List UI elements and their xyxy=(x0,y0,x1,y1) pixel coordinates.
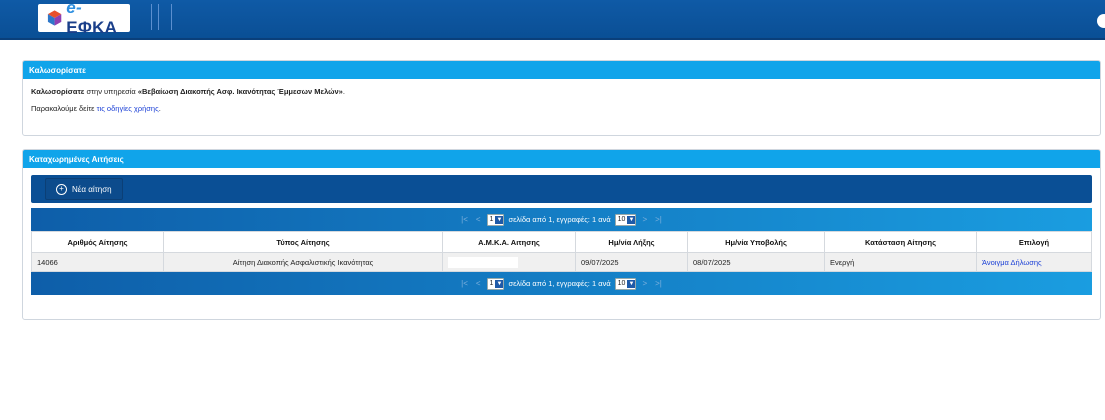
col-application-number[interactable]: Αριθμός Αίτησης xyxy=(31,231,164,253)
welcome-panel: Καλωσορίσατε Καλωσορίσατε στην υπηρεσία … xyxy=(22,60,1101,136)
cell-submitted: 08/07/2025 xyxy=(687,252,825,272)
col-amka[interactable]: Α.Μ.Κ.Α. Αιτησης xyxy=(442,231,576,253)
col-status[interactable]: Κατάσταση Αίτησης xyxy=(824,231,977,253)
col-application-type[interactable]: Τύπος Αίτησης xyxy=(163,231,443,253)
prev-page-button[interactable]: < xyxy=(474,215,483,224)
chevron-down-icon: ▼ xyxy=(627,279,636,288)
next-page-button[interactable]: > xyxy=(640,215,649,224)
last-page-button[interactable]: >| xyxy=(653,279,664,288)
page-select[interactable]: 1 ▼ xyxy=(486,277,505,290)
welcome-line-2: Παρακαλούμε δείτε τις οδηγίες χρήσης. xyxy=(31,104,161,114)
instructions-link[interactable]: τις οδηγίες χρήσης xyxy=(97,104,159,113)
header-divider xyxy=(171,4,172,30)
pager-top: |< < 1 ▼ σελίδα από 1, εγγραφές: 1 ανά 10… xyxy=(31,208,1092,231)
welcome-line-1: Καλωσορίσατε στην υπηρεσία «Βεβαίωση Δια… xyxy=(31,87,345,96)
col-action[interactable]: Επιλογή xyxy=(976,231,1092,253)
pager-text: σελίδα από 1, εγγραφές: 1 ανά xyxy=(508,215,611,224)
top-header: e-ΕΦΚΑ xyxy=(0,0,1105,40)
col-expiry-date[interactable]: Ημ/νία Λήξης xyxy=(575,231,688,253)
page-select[interactable]: 1 ▼ xyxy=(486,213,505,226)
first-page-button[interactable]: |< xyxy=(459,279,470,288)
applications-panel: Καταχωρημένες Αιτήσεις + Νέα αίτηση |< <… xyxy=(22,149,1101,320)
new-application-button[interactable]: + Νέα αίτηση xyxy=(45,178,123,200)
per-page-select[interactable]: 10 ▼ xyxy=(614,213,637,226)
cell-amka xyxy=(442,252,576,272)
logo-text: e-ΕΦΚΑ xyxy=(66,0,118,37)
prev-page-button[interactable]: < xyxy=(474,279,483,288)
efka-logo[interactable]: e-ΕΦΚΑ xyxy=(38,0,130,37)
table-header-row: Αριθμός Αίτησης Τύπος Αίτησης Α.Μ.Κ.Α. Α… xyxy=(31,231,1092,253)
chevron-down-icon: ▼ xyxy=(495,215,504,224)
first-page-button[interactable]: |< xyxy=(459,215,470,224)
header-divider xyxy=(151,4,152,30)
applications-table: Αριθμός Αίτησης Τύπος Αίτησης Α.Μ.Κ.Α. Α… xyxy=(31,231,1092,272)
last-page-button[interactable]: >| xyxy=(653,215,664,224)
cell-expiry: 09/07/2025 xyxy=(575,252,688,272)
chevron-down-icon: ▼ xyxy=(627,215,636,224)
welcome-panel-title: Καλωσορίσατε xyxy=(23,61,1100,79)
table-row: 14066 Αίτηση Διακοπής Ασφαλιστικής Ικανό… xyxy=(31,252,1092,272)
applications-toolbar: + Νέα αίτηση xyxy=(31,175,1092,203)
plus-circle-icon: + xyxy=(56,183,67,195)
cell-number: 14066 xyxy=(31,252,164,272)
chevron-down-icon: ▼ xyxy=(495,279,504,288)
applications-panel-title: Καταχωρημένες Αιτήσεις xyxy=(23,150,1100,168)
open-declaration-link[interactable]: Άνοιγμα Δήλωσης xyxy=(982,258,1042,267)
next-page-button[interactable]: > xyxy=(640,279,649,288)
pager-text: σελίδα από 1, εγγραφές: 1 ανά xyxy=(508,279,611,288)
amka-redacted xyxy=(448,256,518,268)
header-divider xyxy=(158,4,159,30)
per-page-select[interactable]: 10 ▼ xyxy=(614,277,637,290)
cell-status: Ενεργή xyxy=(824,252,977,272)
user-avatar-icon[interactable] xyxy=(1097,14,1105,28)
cell-type: Αίτηση Διακοπής Ασφαλιστικής Ικανότητας xyxy=(163,252,443,272)
col-submission-date[interactable]: Ημ/νία Υποβολής xyxy=(687,231,825,253)
pager-bottom: |< < 1 ▼ σελίδα από 1, εγγραφές: 1 ανά 10… xyxy=(31,272,1092,295)
cell-action: Άνοιγμα Δήλωσης xyxy=(976,252,1092,272)
welcome-body: Καλωσορίσατε στην υπηρεσία «Βεβαίωση Δια… xyxy=(23,79,1100,114)
cube-logo-icon xyxy=(47,10,62,26)
